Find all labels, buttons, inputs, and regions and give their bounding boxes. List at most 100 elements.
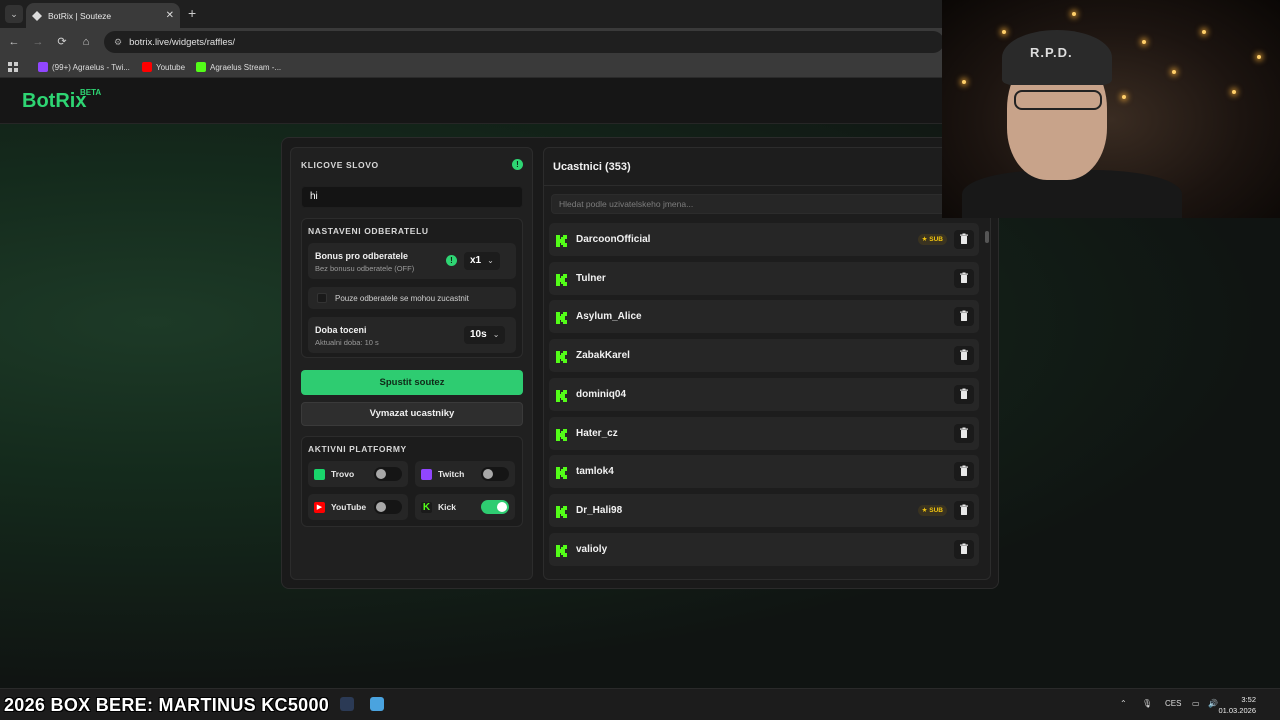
tab-close-icon[interactable]: ✕: [166, 10, 174, 21]
participant-search-input[interactable]: Hledat podle uzivatelskeho jmena...: [551, 194, 983, 214]
bonus-value: x1: [470, 255, 482, 266]
beta-badge: BETA: [80, 88, 102, 97]
kick-icon: [556, 350, 567, 364]
bookmark-youtube[interactable]: Youtube: [142, 60, 185, 74]
participant-name: dominiq04: [576, 388, 627, 400]
participant-row: DarcoonOfficial ★ SUB: [549, 223, 979, 256]
language-indicator[interactable]: CES: [1165, 699, 1181, 708]
kick-icon: [196, 62, 206, 72]
bonus-multiplier-select[interactable]: x1 ⌄: [464, 252, 500, 270]
delete-participant-button[interactable]: [954, 230, 974, 249]
participant-name: tamlok4: [576, 466, 614, 478]
bookmark-kick[interactable]: Agraelus Stream -...: [196, 60, 281, 74]
microphone-icon[interactable]: 🎙: [1142, 699, 1152, 708]
tab-search-button[interactable]: ⌄: [5, 5, 23, 23]
kick-icon: [556, 273, 567, 286]
twitch-toggle[interactable]: [481, 467, 509, 481]
new-tab-icon[interactable]: +: [188, 5, 196, 21]
stream-ticker: 2026 BOX BERE: MARTINUS KC5000: [4, 695, 330, 715]
platform-kick: K Kick: [415, 494, 515, 520]
notepad-icon[interactable]: [370, 697, 384, 711]
info-icon[interactable]: !: [512, 159, 523, 170]
bonus-info-icon[interactable]: !: [446, 255, 457, 266]
kick-icon: [556, 389, 567, 402]
delete-participant-button[interactable]: [954, 307, 974, 327]
spin-subtitle: Aktualni doba: 10 s: [315, 338, 379, 347]
kick-toggle[interactable]: [481, 500, 509, 514]
bonus-subtitle: Bez bonusu odberatele (OFF): [315, 264, 415, 273]
delete-participant-button[interactable]: [954, 423, 974, 443]
participant-row: Dr_Hali98 ★ SUB: [549, 493, 979, 527]
forward-icon[interactable]: →: [30, 34, 46, 50]
volume-icon[interactable]: 🔊: [1208, 699, 1218, 708]
spin-duration-select[interactable]: 10s ⌄: [464, 326, 506, 344]
start-raffle-button[interactable]: Spustit soutez: [301, 370, 523, 395]
delete-participant-button[interactable]: [954, 268, 974, 288]
reload-icon[interactable]: ⟳: [54, 34, 70, 50]
kick-icon: [556, 311, 567, 325]
taskbar: 2026 BOX BERE: MARTINUS KC5000 ⌃ 🎙 CES ▭…: [0, 688, 1280, 720]
participants-panel: Ucastnici (353) Hledat podle uzivatelske…: [543, 147, 991, 580]
chevron-down-icon: ⌄: [492, 330, 500, 339]
youtube-toggle[interactable]: [374, 500, 402, 514]
clear-participants-button[interactable]: Vymazat ucastniky: [301, 402, 523, 426]
app-icon[interactable]: [340, 697, 354, 711]
delete-participant-button[interactable]: [954, 462, 974, 482]
trash-icon: [954, 504, 974, 524]
only-subs-label: Pouze odberatele se mohou zucastnit: [335, 293, 469, 303]
twitch-icon: [38, 62, 48, 72]
keyword-input[interactable]: hi: [301, 186, 523, 208]
active-platforms: AKTIVNI PLATFORMY Trovo Twitch ▶ YouTube: [301, 436, 523, 527]
tab-active[interactable]: BotRix | Souteze ✕: [26, 3, 180, 28]
platform-twitch: Twitch: [415, 461, 515, 487]
trovo-toggle[interactable]: [374, 467, 402, 481]
bookmark-label: Agraelus Stream -...: [210, 62, 282, 72]
spin-duration-row: Doba toceni Aktualni doba: 10 s 10s ⌄: [308, 317, 516, 353]
delete-participant-button[interactable]: [954, 346, 974, 366]
platform-label: YouTube: [331, 502, 367, 512]
delete-participant-button[interactable]: [954, 539, 974, 559]
display-icon[interactable]: ▭: [1192, 699, 1200, 708]
address-bar[interactable]: ⚙ botrix.live/widgets/raffles/: [104, 31, 944, 53]
tray-chevron-icon[interactable]: ⌃: [1120, 699, 1127, 708]
system-clock[interactable]: 3:52 01.03.2026: [1218, 694, 1256, 716]
delete-participant-button[interactable]: [954, 384, 974, 404]
participant-row: Asylum_Alice: [549, 300, 979, 334]
platforms-title: AKTIVNI PLATFORMY: [308, 444, 407, 454]
platform-youtube: ▶ YouTube: [308, 494, 408, 520]
home-icon[interactable]: ⌂: [78, 34, 94, 50]
participant-row: Hater_cz: [549, 416, 979, 450]
participant-row: tamlok4: [549, 455, 979, 489]
bookmark-twitch[interactable]: (99+) Agraelus - Twi...: [38, 60, 130, 74]
botrix-logo[interactable]: BotRix BETA: [22, 88, 101, 113]
bonus-row: Bonus pro odberatele Bez bonusu odberate…: [308, 243, 516, 279]
subscriber-settings: NASTAVENI ODBERATELU Bonus pro odberatel…: [301, 218, 523, 358]
chevron-down-icon: ⌄: [487, 256, 494, 265]
participant-name: Dr_Hali98: [576, 504, 623, 516]
bonus-title: Bonus pro odberatele: [315, 251, 409, 261]
only-subs-row[interactable]: Pouze odberatele se mohou zucastnit: [308, 287, 516, 309]
subscriber-settings-title: NASTAVENI ODBERATELU: [308, 226, 429, 236]
platform-label: Kick: [438, 502, 456, 512]
clock-time: 3:52: [1241, 695, 1256, 704]
site-info-icon[interactable]: ⚙: [114, 37, 122, 48]
back-icon[interactable]: ←: [6, 34, 22, 50]
only-subs-checkbox[interactable]: [317, 293, 327, 303]
participant-name: Tulner: [576, 272, 606, 284]
participant-scrollbar[interactable]: [985, 223, 989, 578]
spin-title: Doba toceni: [315, 325, 367, 335]
person-glasses: [1014, 90, 1102, 110]
participant-row: dominiq04: [549, 377, 979, 411]
logo-text: BotRix: [22, 90, 87, 112]
trash-icon: [954, 543, 974, 563]
sub-badge: ★ SUB: [917, 504, 947, 516]
delete-participant-button[interactable]: [954, 500, 974, 520]
trash-icon: [954, 388, 974, 408]
tab-title: BotRix | Souteze: [48, 10, 112, 21]
participant-name: Hater_cz: [576, 427, 618, 439]
participant-row: valioly: [549, 532, 979, 566]
apps-icon[interactable]: [8, 60, 18, 74]
trash-icon: [954, 465, 974, 485]
sub-badge-label: SUB: [929, 506, 943, 514]
youtube-icon: [142, 62, 152, 72]
